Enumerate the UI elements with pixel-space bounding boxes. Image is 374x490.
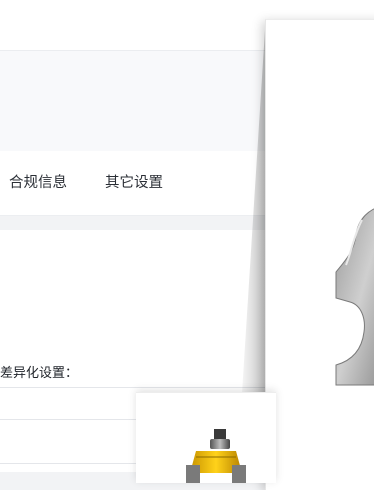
image-thumbnail-popup[interactable] [136,392,276,483]
router-bit-profile-image [335,208,374,386]
router-bit-tool-image [186,429,246,483]
image-preview-popup[interactable] [265,19,374,490]
